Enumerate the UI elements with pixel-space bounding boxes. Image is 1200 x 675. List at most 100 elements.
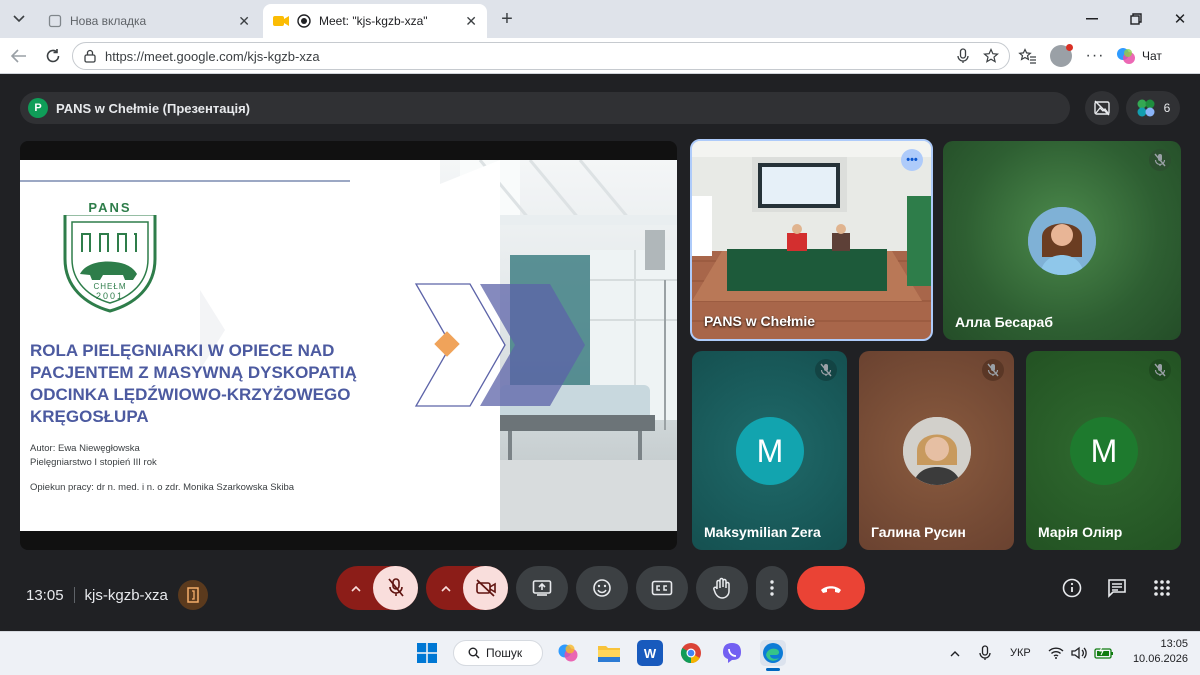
search-icon xyxy=(468,647,480,659)
favorites-bar-icon[interactable] xyxy=(1016,46,1038,66)
participant-tile[interactable]: Алла Бесараб xyxy=(943,141,1181,340)
taskbar-search-box[interactable]: Пошук xyxy=(453,640,543,666)
meeting-details-icon[interactable] xyxy=(1060,576,1084,600)
logo-year-text: 2001 xyxy=(95,291,125,301)
slide-heading-line: KRĘGOSŁUPA xyxy=(30,407,149,426)
participant-name: Maksymilian Zera xyxy=(704,524,821,540)
participant-count: 6 xyxy=(1163,101,1171,115)
site-info-icon[interactable] xyxy=(83,49,97,63)
chrome-app-icon[interactable] xyxy=(678,640,704,666)
slide-author: Autor: Ewa Niewęgłowska xyxy=(30,443,140,454)
back-arrow-icon[interactable] xyxy=(8,45,30,67)
battery-charging-icon[interactable] xyxy=(1093,644,1115,662)
hand-icon xyxy=(712,577,732,599)
mic-toggle-button[interactable] xyxy=(373,566,418,610)
url-field[interactable]: https://meet.google.com/kjs-kgzb-xza xyxy=(72,42,1010,70)
microphone-icon[interactable] xyxy=(957,48,969,64)
microphone-tray-icon[interactable] xyxy=(976,644,994,662)
participant-tile[interactable]: M Maksymilian Zera xyxy=(692,351,847,550)
divider xyxy=(73,587,75,603)
mic-off-icon xyxy=(815,359,837,381)
page-icon xyxy=(48,14,62,28)
tab-list-chevron-icon[interactable] xyxy=(8,8,30,30)
emoji-icon xyxy=(592,578,612,598)
viber-app-icon[interactable] xyxy=(719,640,745,666)
mic-off-icon xyxy=(387,578,404,598)
participants-button[interactable]: 6 xyxy=(1126,91,1180,125)
slide-heading-line: ROLA PIELĘGNIARKI W OPIECE NAD xyxy=(30,341,335,360)
audio-options-chevron-icon[interactable] xyxy=(344,578,368,598)
url-text: https://meet.google.com/kjs-kgzb-xza xyxy=(105,48,320,64)
vertical-dots-icon xyxy=(770,580,774,596)
camera-off-icon xyxy=(475,579,497,597)
reactions-button[interactable] xyxy=(576,566,628,610)
profile-avatar[interactable] xyxy=(1050,44,1073,67)
more-menu-icon[interactable]: ··· xyxy=(1084,46,1106,66)
host-controls-icon[interactable] xyxy=(177,580,208,610)
clock-date: 10.06.2026 xyxy=(1132,653,1188,665)
notification-dot xyxy=(1066,44,1073,51)
captions-button[interactable] xyxy=(636,566,688,610)
participant-letter-avatar: M xyxy=(1070,417,1138,485)
minimize-icon[interactable] xyxy=(1080,8,1104,30)
tile-more-options-button[interactable]: ••• xyxy=(901,149,923,171)
taskbar-clock[interactable]: 13:05 10.06.2026 xyxy=(1124,637,1188,667)
meeting-code: kjs-kgzb-xza xyxy=(84,586,168,604)
participant-tile-video[interactable]: ••• PANS w Chełmie xyxy=(690,139,933,341)
close-tab-icon[interactable]: ✕ xyxy=(465,13,477,30)
file-explorer-icon[interactable] xyxy=(596,640,622,666)
browser-tab-bar: Нова вкладка ✕ Meet: "kjs-kgzb-xza" ✕ + … xyxy=(0,0,1200,38)
word-app-icon[interactable]: W xyxy=(637,640,663,666)
recording-icon xyxy=(297,14,311,28)
present-screen-button[interactable] xyxy=(516,566,568,610)
tab-meet[interactable]: Meet: "kjs-kgzb-xza" ✕ xyxy=(263,4,487,38)
new-tab-plus-icon[interactable]: + xyxy=(496,8,518,30)
hang-up-icon xyxy=(819,582,843,594)
close-window-icon[interactable]: ✕ xyxy=(1168,8,1192,30)
closed-captions-icon xyxy=(651,580,673,596)
presentation-slide: PANS CHEŁM 2001 ROLA PIELĘGNIARKI W OPIE… xyxy=(20,160,677,531)
copilot-app-icon[interactable] xyxy=(555,640,581,666)
slide-chevrons-graphic xyxy=(414,283,585,407)
meeting-title-bar: P PANS w Chełmie (Презентація) xyxy=(20,92,1070,124)
volume-icon[interactable] xyxy=(1070,644,1088,662)
close-tab-icon[interactable]: ✕ xyxy=(238,13,250,30)
chat-icon[interactable] xyxy=(1105,576,1129,600)
raise-hand-button[interactable] xyxy=(696,566,748,610)
end-call-button[interactable] xyxy=(797,566,865,610)
camera-toggle-button[interactable] xyxy=(463,566,508,610)
hide-tiles-button[interactable] xyxy=(1085,91,1119,125)
show-hidden-icons-chevron[interactable] xyxy=(946,644,964,662)
participant-name: PANS w Chełmie xyxy=(704,313,815,329)
slide-supervisor: Opiekun pracy: dr n. med. i n. o zdr. Mo… xyxy=(30,482,295,493)
participant-tile[interactable]: Галина Русин xyxy=(859,351,1014,550)
search-label: Пошук xyxy=(486,646,523,660)
edge-app-icon[interactable] xyxy=(760,640,786,666)
activities-grid-icon[interactable] xyxy=(1150,576,1174,600)
participant-name: Марія Оліяр xyxy=(1038,524,1123,540)
participant-tile[interactable]: M Марія Оліяр xyxy=(1026,351,1181,550)
mic-off-icon xyxy=(982,359,1004,381)
windows-start-icon[interactable] xyxy=(414,640,440,666)
favorite-star-icon[interactable] xyxy=(983,48,999,64)
slide-heading-line: ODCINKA LĘDŹWIOWO-KRZYŻOWEGO xyxy=(30,385,351,404)
word-icon: W xyxy=(643,645,657,661)
slide-heading: ROLA PIELĘGNIARKI W OPIECE NAD PACJENTEM… xyxy=(30,340,430,428)
meeting-info: 13:05 kjs-kgzb-xza xyxy=(26,580,208,610)
tab-title: Нова вкладка xyxy=(70,14,147,28)
reload-icon[interactable] xyxy=(42,45,64,67)
copilot-chat-button[interactable]: Чат xyxy=(1116,44,1194,68)
more-options-button[interactable] xyxy=(756,566,788,610)
tab-new-tab[interactable]: Нова вкладка ✕ xyxy=(38,4,260,38)
participant-photo-avatar xyxy=(903,417,971,485)
restore-icon[interactable] xyxy=(1124,8,1148,30)
conference-room-video xyxy=(692,141,931,339)
clock-time: 13:05 xyxy=(1160,638,1188,650)
video-options-chevron-icon[interactable] xyxy=(434,578,458,598)
tab-title: Meet: "kjs-kgzb-xza" xyxy=(319,14,428,28)
language-indicator[interactable]: УКР xyxy=(1010,647,1031,659)
mic-off-icon xyxy=(1149,149,1171,171)
chat-label: Чат xyxy=(1142,49,1162,63)
wifi-icon[interactable] xyxy=(1047,644,1065,662)
presenter-initial-badge: P xyxy=(28,98,48,118)
